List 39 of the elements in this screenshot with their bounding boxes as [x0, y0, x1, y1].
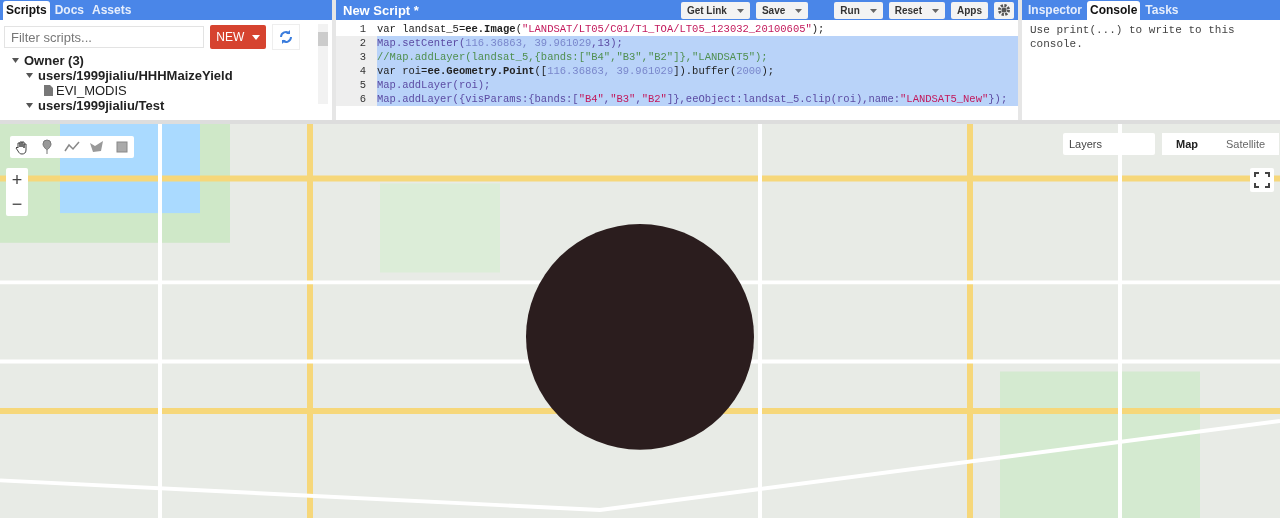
- filter-field[interactable]: Filter scripts...: [4, 26, 204, 48]
- hand-icon[interactable]: [14, 139, 30, 155]
- polygon-icon[interactable]: [89, 139, 105, 155]
- panel-tab[interactable]: Console: [1087, 1, 1141, 20]
- expand-arrow-icon[interactable]: [12, 57, 19, 64]
- expand-arrow-icon[interactable]: [26, 72, 33, 79]
- toolbar-button[interactable]: Save: [755, 1, 809, 19]
- new-button[interactable]: NEW: [210, 25, 266, 49]
- line-number: 6: [336, 92, 377, 106]
- code-line: var landsat_5=ee.Image("LANDSAT/LT05/C01/T1_TOA/LT05_123032_20100605");: [377, 22, 826, 36]
- toolbar-button[interactable]: Apps: [951, 1, 988, 19]
- refresh-icon: [277, 28, 295, 46]
- rectangle-icon[interactable]: [114, 139, 130, 155]
- layers-control[interactable]: Layers: [1063, 133, 1155, 155]
- line-number: 4: [336, 64, 377, 78]
- tree-item[interactable]: Owner (3): [24, 53, 84, 68]
- tree-item[interactable]: users/1999jialiu/HHHMaizeYield: [38, 68, 233, 83]
- scrollbar[interactable]: [318, 24, 328, 104]
- toolbar-button[interactable]: Get Link: [680, 1, 750, 19]
- console-message: Use print(...) to write to this console.: [1029, 23, 1236, 52]
- pin-icon[interactable]: [39, 139, 55, 155]
- line-number: 2: [336, 36, 377, 50]
- script-title: New Script *: [343, 2, 419, 18]
- script-item[interactable]: EVI_MODIS: [56, 83, 127, 98]
- settings-icon[interactable]: [994, 1, 1014, 19]
- toolbar-button[interactable]: Run: [834, 1, 883, 19]
- caret-icon: [251, 35, 260, 41]
- panel-tab[interactable]: Scripts: [3, 1, 50, 20]
- line-number: 3: [336, 50, 377, 64]
- zoom-in-button[interactable]: +: [6, 168, 28, 192]
- file-icon: [44, 85, 53, 96]
- zoom-out-button[interactable]: −: [6, 192, 28, 216]
- fullscreen-icon[interactable]: [1250, 168, 1274, 192]
- refresh-button[interactable]: [272, 24, 300, 50]
- line-number: 5: [336, 78, 377, 92]
- line-number: 1: [358, 22, 367, 36]
- toolbar-button[interactable]: Reset: [888, 1, 945, 19]
- expand-arrow-icon[interactable]: [26, 102, 33, 109]
- tree-item[interactable]: users/1999jialiu/Test: [38, 98, 165, 113]
